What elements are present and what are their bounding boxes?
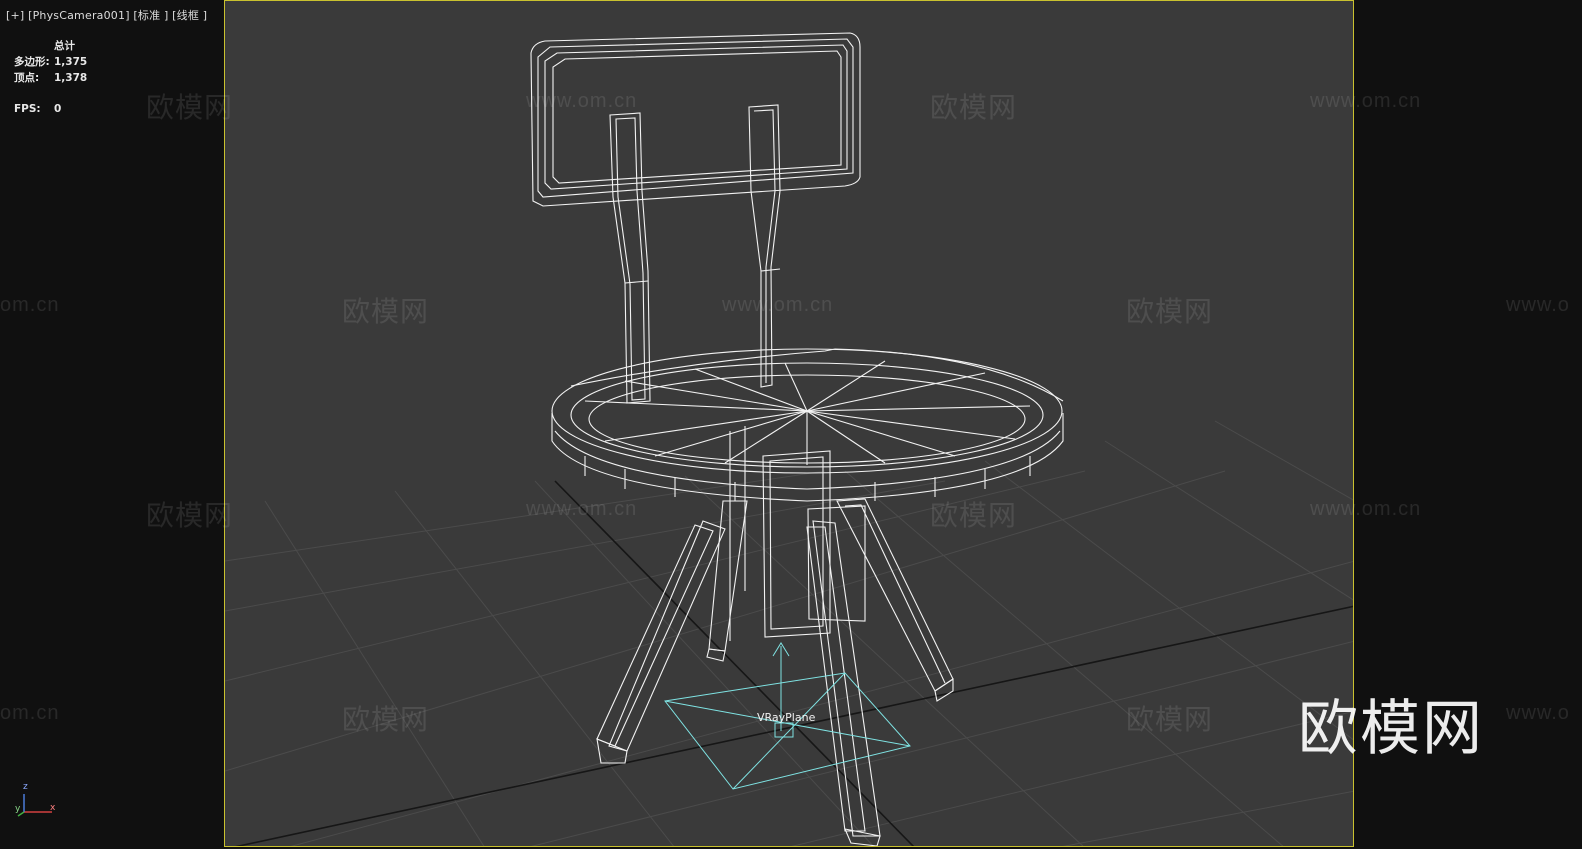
- axis-tripod: z x y: [14, 782, 58, 822]
- polygons-value: 1,375: [54, 56, 88, 68]
- chair-seat[interactable]: [551, 348, 1064, 502]
- vrayplane-label: VRayPlane: [757, 711, 816, 724]
- stats-panel: 总计 多边形: 1,375 顶点: 1,378 FPS: 0: [14, 38, 87, 117]
- polygons-label: 多边形:: [14, 56, 50, 68]
- fps-label: FPS:: [14, 103, 41, 115]
- watermark-url: www.om.cn: [722, 294, 834, 316]
- viewport-label[interactable]: [+] [PhysCamera001] [标准 ] [线框 ]: [6, 7, 207, 23]
- watermark-cn: 欧模网: [342, 295, 430, 328]
- fps-value: 0: [54, 103, 62, 115]
- stats-header: 总计: [54, 40, 75, 52]
- watermark-cn: 欧模网: [342, 703, 430, 736]
- chair-legs[interactable]: [596, 498, 954, 846]
- axis-z-label: z: [23, 782, 28, 792]
- brand-logo: 欧模网: [1298, 694, 1484, 764]
- watermark-url-partial: om.cn: [0, 702, 60, 724]
- chair-wireframe[interactable]: [530, 32, 1064, 846]
- watermark-cn: 欧模网: [1126, 295, 1214, 328]
- stats-vertices: 顶点: 1,378: [14, 70, 87, 86]
- vertices-value: 1,378: [54, 72, 88, 84]
- watermark-cn: 欧模网: [1126, 703, 1214, 736]
- chair-back-posts[interactable]: [609, 104, 781, 404]
- axis-y-label: y: [15, 804, 21, 814]
- watermark-cn: 欧模网: [146, 499, 234, 532]
- watermark-url-partial: om.cn: [0, 294, 60, 316]
- stats-polygons: 多边形: 1,375: [14, 54, 87, 70]
- axis-x-label: x: [50, 803, 56, 813]
- watermark-url: www.om.cn: [1310, 90, 1422, 112]
- watermark-url-partial: www.o: [1506, 294, 1570, 316]
- stats-fps: FPS: 0: [14, 101, 87, 117]
- vertices-label: 顶点:: [14, 72, 40, 84]
- watermark-cn: 欧模网: [930, 91, 1018, 124]
- watermark-cn: 欧模网: [930, 499, 1018, 532]
- watermark-url-partial: www.o: [1506, 702, 1570, 724]
- watermark-url: www.om.cn: [526, 90, 638, 112]
- watermark-cn: 欧模网: [146, 91, 234, 124]
- watermark-url: www.om.cn: [526, 498, 638, 520]
- ground-grid: [225, 420, 1353, 846]
- chair-backrest[interactable]: [530, 32, 861, 207]
- watermark-url: www.om.cn: [1310, 498, 1422, 520]
